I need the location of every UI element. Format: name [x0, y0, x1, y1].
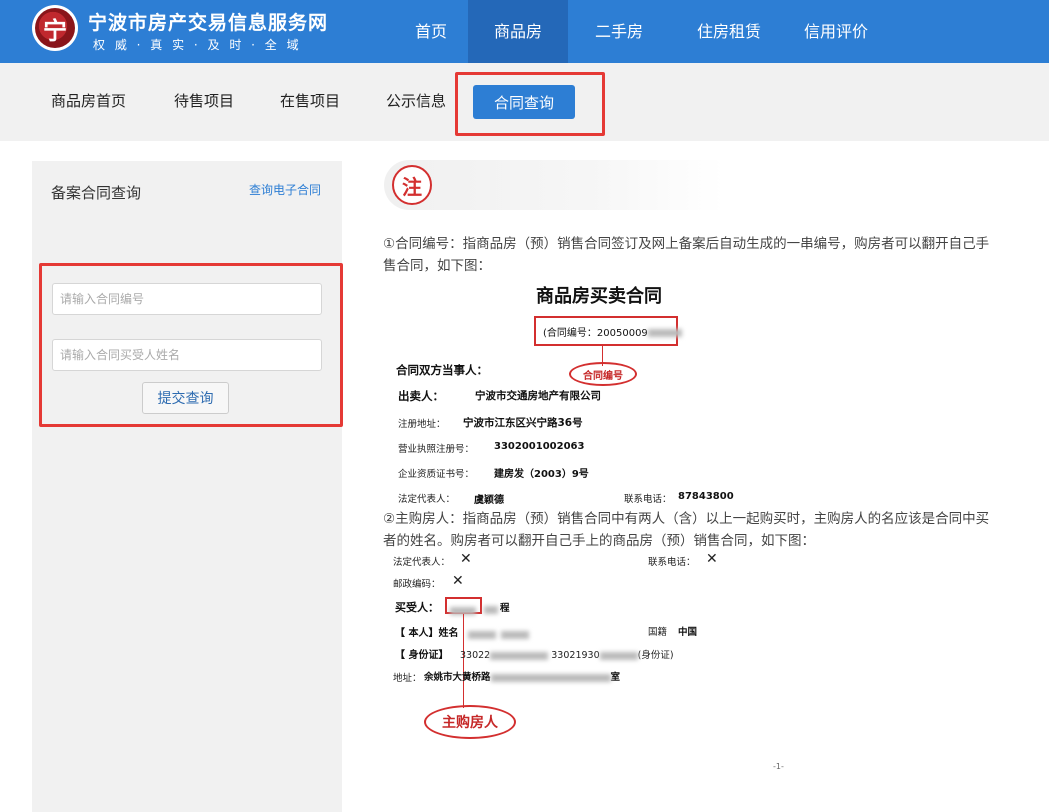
legal-rep-label: 法定代表人： — [398, 494, 456, 505]
seller-value: 宁波市交通房地产有限公司 — [475, 390, 601, 402]
query-sidebar: 备案合同查询 查询电子合同 — [32, 161, 342, 812]
nav-home[interactable]: 首页 — [394, 0, 468, 63]
subnav-contract-query[interactable]: 合同查询 — [473, 85, 575, 119]
e-contract-query-link[interactable]: 查询电子合同 — [249, 181, 321, 198]
sidebar-title: 备案合同查询 — [51, 184, 142, 202]
cross-mark-icon: ✕ — [706, 551, 718, 567]
phone-label-2: 联系电话： — [648, 557, 696, 568]
cross-mark-icon: ✕ — [460, 551, 472, 567]
parties-heading: 合同双方当事人： — [396, 363, 488, 377]
site-slogan: 权 威 · 真 实 · 及 时 · 全 域 — [93, 38, 302, 52]
subnav-pending-projects[interactable]: 待售项目 — [174, 90, 234, 111]
site-title[interactable]: 宁波市房产交易信息服务网 — [88, 8, 328, 35]
reg-address-label: 注册地址： — [398, 419, 446, 430]
contract-number-text: (合同编号：20050009 — [543, 324, 682, 339]
nav-rental[interactable]: 住房租赁 — [670, 0, 788, 63]
phone-value: 87843800 — [678, 491, 734, 502]
co-buyer-suffix: 程 — [500, 603, 510, 614]
blurred-co-buyer-name — [484, 599, 498, 618]
nav-new-homes[interactable]: 商品房 — [468, 0, 568, 63]
contract-sample-image-2: 法定代表人： ✕ 联系电话： ✕ 邮政编码： ✕ 买受人： 程 【 本人】姓名 … — [388, 548, 784, 778]
address-value: 余姚市大黄桥路室 — [424, 672, 621, 683]
note-paragraph-2-line-1: ②主购房人：指商品房（预）销售合同中有两人（含）以上一起购买时，主购房人的名应该… — [383, 511, 990, 527]
buyer-label: 买受人： — [395, 601, 439, 614]
license-label: 营业执照注册号： — [398, 444, 475, 455]
blurred-self-name — [468, 624, 530, 643]
contract-title: 商品房买卖合同 — [536, 286, 662, 307]
page-number: -1- — [773, 762, 784, 771]
postcode-label: 邮政编码： — [393, 579, 441, 590]
note-paragraph-1-line-1: ①合同编号：指商品房（预）销售合同签订及网上备案后自动生成的一串编号，购房者可以… — [383, 236, 990, 252]
nav-second-hand[interactable]: 二手房 — [568, 0, 670, 63]
main-nav: 首页 商品房 二手房 住房租赁 信用评价 — [394, 0, 884, 63]
site-logo[interactable]: 宁 — [32, 5, 78, 51]
legal-rep-label-2: 法定代表人： — [393, 557, 451, 568]
subnav-new-homes-home[interactable]: 商品房首页 — [51, 90, 126, 111]
note-paragraph-1-line-2: 售合同，如下图： — [383, 258, 491, 274]
submit-query-button[interactable]: 提交查询 — [142, 382, 229, 414]
contract-sample-image-1: 商品房买卖合同 (合同编号：20050009 合同编号 合同双方当事人： 出卖人… — [388, 276, 758, 510]
nationality-label: 国籍 — [648, 627, 668, 638]
contract-number-tag: 合同编号 — [569, 362, 637, 386]
id-card-label: 【 身份证】 — [395, 650, 449, 661]
main-buyer-tag: 主购房人 — [424, 705, 516, 739]
qualification-label: 企业资质证书号： — [398, 469, 475, 480]
id-number-value: 33022 33021930 (身份证) — [460, 650, 674, 661]
buyer-name-input[interactable] — [52, 339, 322, 371]
contract-number-input[interactable] — [52, 283, 322, 315]
legal-rep-value: 虞颖德 — [474, 495, 504, 506]
top-header: 宁 宁波市房产交易信息服务网 权 威 · 真 实 · 及 时 · 全 域 首页 … — [0, 0, 1049, 63]
reg-address-value: 宁波市江东区兴宁路36号 — [463, 417, 583, 429]
qualification-value: 建房发（2003）9号 — [494, 469, 589, 480]
address-label: 地址： — [393, 673, 422, 684]
license-value: 3302001002063 — [494, 441, 585, 452]
subnav-public-info[interactable]: 公示信息 — [386, 90, 446, 111]
note-badge: 注 — [392, 165, 432, 205]
self-name-label: 【 本人】姓名 — [395, 628, 459, 639]
nav-credit-rating[interactable]: 信用评价 — [788, 0, 884, 63]
logo-emblem: 宁 — [35, 8, 75, 48]
subnav-on-sale-projects[interactable]: 在售项目 — [280, 90, 340, 111]
main-buyer-pointer — [463, 614, 464, 708]
nationality-value: 中国 — [678, 627, 698, 638]
cross-mark-icon: ✕ — [452, 573, 464, 589]
note-banner — [384, 160, 724, 210]
seller-label: 出卖人： — [398, 389, 444, 403]
phone-label: 联系电话： — [624, 494, 672, 505]
